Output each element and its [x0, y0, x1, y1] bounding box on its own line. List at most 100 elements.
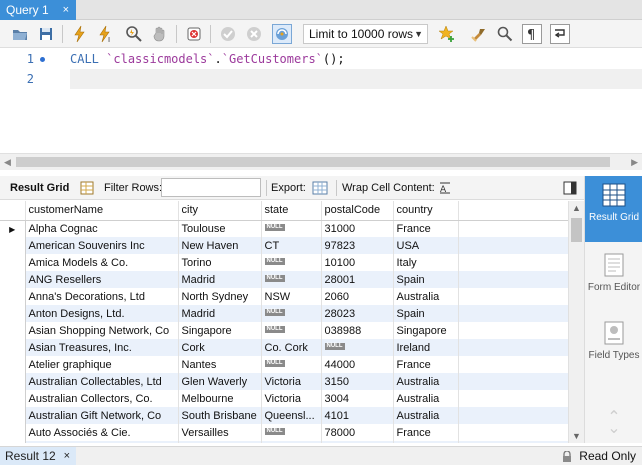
- cell-city[interactable]: Glen Waverly: [178, 373, 262, 390]
- cell-postalcode[interactable]: 2060: [321, 288, 394, 305]
- cell-country[interactable]: Spain: [393, 305, 459, 322]
- cell-postalcode[interactable]: 3004: [321, 390, 394, 407]
- row-indicator[interactable]: [0, 305, 26, 322]
- cell-state[interactable]: NULL: [261, 254, 322, 271]
- cell-state[interactable]: NULL: [261, 271, 322, 288]
- cell-city[interactable]: Singapore: [178, 322, 262, 339]
- toggle-error-icon[interactable]: [184, 24, 204, 44]
- wrap-cell-icon[interactable]: A: [437, 180, 453, 196]
- cell-postalcode[interactable]: 44000: [321, 356, 394, 373]
- cell-postalcode[interactable]: 3150: [321, 373, 394, 390]
- scroll-left-icon[interactable]: ◀: [4, 157, 11, 168]
- row-indicator[interactable]: [0, 424, 26, 441]
- table-row[interactable]: Anton Designs, Ltd. Madrid NULL 28023 Spain: [0, 305, 568, 322]
- cell-country[interactable]: Spain: [393, 271, 459, 288]
- wrap-icon[interactable]: [550, 24, 570, 44]
- beautify-icon[interactable]: [437, 24, 457, 44]
- cell-customername[interactable]: Atelier graphique: [25, 356, 179, 373]
- cell-city[interactable]: Cork: [178, 339, 262, 356]
- table-row[interactable]: Asian Treasures, Inc. Cork Co. Cork NULL Ire…: [0, 339, 568, 356]
- grid-vertical-scrollbar[interactable]: ▲ ▼: [568, 201, 584, 443]
- execute-current-icon[interactable]: I: [96, 24, 116, 44]
- cell-customername[interactable]: Anton Designs, Ltd.: [25, 305, 179, 322]
- cell-postalcode[interactable]: 78000: [321, 424, 394, 441]
- cell-state[interactable]: [261, 441, 322, 443]
- cell-customername[interactable]: Australian Collectables, Ltd: [25, 373, 179, 390]
- cell-country[interactable]: Australia: [393, 407, 459, 424]
- table-row[interactable]: American Souvenirs Inc New Haven CT 97823 US…: [0, 237, 568, 254]
- row-indicator[interactable]: [0, 373, 26, 390]
- open-file-icon[interactable]: [10, 24, 30, 44]
- invisible-chars-icon[interactable]: ¶: [522, 24, 542, 44]
- grid-layout-icon[interactable]: [79, 180, 95, 196]
- cell-country[interactable]: Australia: [393, 390, 459, 407]
- row-indicator[interactable]: [0, 322, 26, 339]
- cell-customername[interactable]: Asian Shopping Network, Co: [25, 322, 179, 339]
- table-row[interactable]: ANG Resellers Madrid NULL 28001 Spain: [0, 271, 568, 288]
- cell-customername[interactable]: Amica Models & Co.: [25, 254, 179, 271]
- explain-icon[interactable]: [124, 24, 144, 44]
- table-row[interactable]: Auto Associés & Cie. Versailles NULL 78000 F…: [0, 424, 568, 441]
- cell-city[interactable]: Torino: [178, 254, 262, 271]
- cell-state[interactable]: NULL: [261, 305, 322, 322]
- cell-state[interactable]: Victoria: [261, 390, 322, 407]
- cell-country[interactable]: France: [393, 356, 459, 373]
- editor-horizontal-scrollbar[interactable]: ◀ ▶: [0, 153, 642, 170]
- cell-country[interactable]: France: [393, 424, 459, 441]
- sql-editor[interactable]: 1 2 CALL `classicmodels`.`GetCustomers`(…: [0, 49, 642, 153]
- cell-country[interactable]: Italy: [393, 254, 459, 271]
- cell-postalcode[interactable]: 038988: [321, 322, 394, 339]
- cell-state[interactable]: NULL: [261, 322, 322, 339]
- cell-city[interactable]: Melbourne: [178, 390, 262, 407]
- brush-icon[interactable]: [469, 24, 489, 44]
- cell-customername[interactable]: American Souvenirs Inc: [25, 237, 179, 254]
- column-header-state[interactable]: state: [261, 201, 322, 221]
- cell-customername[interactable]: Australian Collectors, Co.: [25, 390, 179, 407]
- cell-country[interactable]: France: [393, 220, 459, 237]
- cell-postalcode[interactable]: 97823: [321, 237, 394, 254]
- cell-state[interactable]: Victoria: [261, 373, 322, 390]
- rollback-icon[interactable]: [244, 24, 264, 44]
- result-grid-label[interactable]: Result Grid: [10, 182, 69, 194]
- column-header-city[interactable]: city: [178, 201, 262, 221]
- cell-state[interactable]: NULL: [261, 220, 322, 237]
- scroll-down-icon[interactable]: ▼: [572, 431, 581, 441]
- tab-close-icon[interactable]: ×: [63, 0, 69, 20]
- tab-query-1[interactable]: Query 1 ×: [0, 0, 76, 20]
- cell-customername[interactable]: Asian Treasures, Inc.: [25, 339, 179, 356]
- column-header-postalcode[interactable]: postalCode: [321, 201, 394, 221]
- cell-state[interactable]: NSW: [261, 288, 322, 305]
- execute-icon[interactable]: [70, 24, 90, 44]
- save-icon[interactable]: [36, 24, 56, 44]
- cell-city[interactable]: South Brisbane: [178, 407, 262, 424]
- row-indicator[interactable]: [0, 237, 26, 254]
- cell-postalcode[interactable]: 31000: [321, 220, 394, 237]
- row-indicator[interactable]: [0, 441, 26, 443]
- cell-country[interactable]: Singapore: [393, 322, 459, 339]
- row-indicator[interactable]: [0, 390, 26, 407]
- table-row[interactable]: ▶ Alpha Cognac Toulouse NULL 31000 France: [0, 220, 568, 237]
- cell-postalcode[interactable]: [321, 441, 394, 443]
- cell-city[interactable]: New Haven: [178, 237, 262, 254]
- autocommit-icon[interactable]: [272, 24, 292, 44]
- scroll-thumb[interactable]: [571, 218, 582, 242]
- toggle-panel-icon[interactable]: [562, 180, 578, 196]
- cell-postalcode[interactable]: 28001: [321, 271, 394, 288]
- cell-customername[interactable]: Auto Associés & Cie.: [25, 424, 179, 441]
- cell-state[interactable]: Co. Cork: [261, 339, 322, 356]
- row-indicator[interactable]: [0, 271, 26, 288]
- row-indicator[interactable]: ▶: [0, 220, 26, 237]
- stop-icon[interactable]: [150, 24, 170, 44]
- cell-customername[interactable]: Australian Gift Network, Co: [25, 407, 179, 424]
- table-row[interactable]: Anna's Decorations, Ltd North Sydney NSW 20…: [0, 288, 568, 305]
- cell-state[interactable]: Queensl...: [261, 407, 322, 424]
- row-indicator[interactable]: [0, 254, 26, 271]
- cell-city[interactable]: Madrid: [178, 271, 262, 288]
- cell-city[interactable]: Versailles: [178, 424, 262, 441]
- find-icon[interactable]: [495, 24, 515, 44]
- row-indicator[interactable]: [0, 356, 26, 373]
- filter-rows-input[interactable]: [161, 178, 261, 197]
- cell-country[interactable]: Australia: [393, 373, 459, 390]
- cell-city[interactable]: Nantes: [178, 356, 262, 373]
- table-row[interactable]: Asian Shopping Network, Co Singapore NULL 0…: [0, 322, 568, 339]
